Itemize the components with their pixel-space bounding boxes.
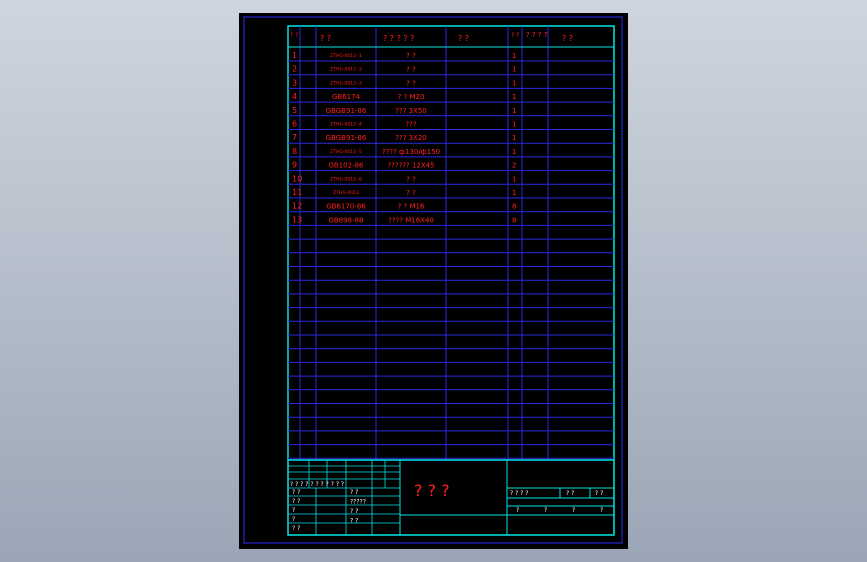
signature-label: ? ?	[292, 489, 300, 496]
row-number: 2	[292, 65, 297, 74]
row-qty: 1	[512, 134, 516, 142]
tb-right-b2: ?	[544, 507, 547, 514]
row-code: GB102-86	[328, 162, 364, 170]
row-name: ???? ф130/ф150	[382, 148, 440, 156]
row-number: 1	[292, 51, 297, 60]
signature-value: ? ?	[350, 518, 358, 525]
row-number: 6	[292, 120, 297, 129]
row-number: 11	[292, 188, 302, 197]
signature-value: ? ?	[350, 489, 358, 496]
row-name: ? ?	[406, 52, 416, 60]
header-weight: ? ? ? ?	[526, 31, 548, 39]
header-remark: ? ?	[562, 34, 573, 43]
cad-drawing[interactable]: ? ? ? ? ? ? ? ? ? ? ? ? ? ? ? ? ? ? ? 1Z…	[0, 0, 867, 562]
row-number: 3	[292, 78, 297, 87]
row-number: 9	[292, 161, 297, 170]
tb-right-a3: ? ?	[595, 490, 603, 497]
row-name: ? ?	[406, 79, 416, 87]
row-qty: 1	[512, 66, 516, 74]
signature-label: ?	[292, 507, 295, 514]
row-code: GB898-88	[328, 216, 363, 224]
tb-right-a1: ? ? ? ?	[510, 490, 528, 497]
row-number: 12	[292, 202, 302, 211]
signature-label: ?	[292, 516, 295, 523]
row-name: ? ?	[406, 189, 416, 197]
header-qty: ? ?	[511, 32, 519, 39]
row-qty: 8	[512, 203, 516, 211]
row-code: GB6170-86	[326, 203, 366, 211]
row-code: ZTHG-0013 -4	[330, 122, 362, 128]
signature-value: ?????	[350, 499, 366, 506]
tb-right-b3: ?	[572, 507, 575, 514]
row-code: ZTHG-0013 -1	[330, 53, 362, 59]
signature-label: ? ?	[292, 525, 300, 532]
drawing-sheet	[239, 13, 628, 549]
row-number: 10	[292, 174, 302, 183]
row-qty: 1	[512, 189, 516, 197]
row-code: ZTHG-0013 -2	[330, 67, 362, 73]
signature-label: ? ?	[292, 498, 300, 505]
row-qty: 1	[512, 79, 516, 87]
row-name: ? ? M16	[398, 203, 425, 211]
tb-right-b1: ?	[516, 507, 519, 514]
header-material: ? ?	[458, 34, 469, 43]
revision-header: ? ? ? ? ? ? ? ? ? ? ?	[290, 481, 344, 488]
row-code: ZTHG-0013	[333, 190, 359, 196]
tb-right-a2: ? ?	[566, 490, 574, 497]
drawing-title: ? ? ?	[414, 481, 450, 500]
header-name: ? ? ? ? ?	[383, 34, 414, 43]
header-no: ? ?	[290, 32, 298, 39]
row-code: GBGB91-86	[326, 134, 367, 142]
row-code: GBGB91-86	[326, 107, 367, 115]
row-number: 7	[292, 133, 297, 142]
row-name: ???	[405, 121, 416, 129]
row-name: ? ? M20	[398, 93, 425, 101]
row-number: 8	[292, 147, 297, 156]
row-qty: 1	[512, 121, 516, 129]
row-qty: 2	[512, 162, 516, 170]
row-name: ??? 3X50	[395, 107, 427, 115]
row-qty: 1	[512, 93, 516, 101]
row-number: 4	[292, 92, 297, 101]
row-name: ? ?	[406, 175, 416, 183]
row-name: ?????? 12X45	[387, 162, 434, 170]
row-qty: 1	[512, 107, 516, 115]
row-name: ???? M16X40	[388, 216, 434, 224]
header-code: ? ?	[320, 34, 331, 43]
row-number: 13	[292, 215, 302, 224]
row-name: ? ?	[406, 66, 416, 74]
tb-right-b4: ?	[600, 507, 603, 514]
row-code: ZTHG-0013 -6	[330, 176, 362, 182]
row-name: ??? 3X20	[395, 134, 427, 142]
row-code: GB6174	[332, 93, 361, 101]
row-code: ZTHG-0013 -5	[330, 149, 362, 155]
row-qty: 1	[512, 52, 516, 60]
row-qty: 8	[512, 216, 516, 224]
row-code: ZTHG-0013 -3	[330, 80, 362, 86]
row-qty: 1	[512, 175, 516, 183]
row-number: 5	[292, 106, 297, 115]
signature-value: ? ?	[350, 508, 358, 515]
row-qty: 1	[512, 148, 516, 156]
